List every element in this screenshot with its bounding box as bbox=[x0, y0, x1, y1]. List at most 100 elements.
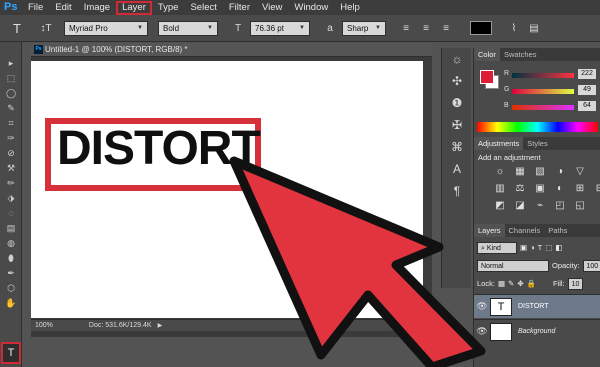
menu-help[interactable]: Help bbox=[334, 1, 366, 15]
shape-tool-icon[interactable]: ⬡ bbox=[0, 281, 22, 296]
filter-shape-icon[interactable]: ⬚ bbox=[545, 243, 552, 252]
font-size-select[interactable]: 76.36 pt ▼ bbox=[250, 20, 310, 36]
eyedropper-tool-icon[interactable]: ✑ bbox=[0, 131, 22, 146]
menu-layer[interactable]: Layer bbox=[116, 0, 152, 15]
color-lookup-icon[interactable]: ⊟ bbox=[592, 182, 600, 196]
hue-saturation-icon[interactable]: ▥ bbox=[492, 182, 508, 196]
black-white-icon[interactable]: ▣ bbox=[532, 182, 548, 196]
quick-select-tool-icon[interactable]: ✎ bbox=[0, 101, 22, 116]
green-slider-track[interactable] bbox=[512, 89, 574, 94]
info-icon[interactable]: ❶ bbox=[442, 92, 472, 114]
channel-mixer-icon[interactable]: ⊞ bbox=[572, 182, 588, 196]
green-slider[interactable]: G 49 bbox=[504, 85, 599, 98]
layer-row-background[interactable]: 👁 Background bbox=[474, 319, 600, 343]
font-style-select[interactable]: Bold ▼ bbox=[158, 20, 218, 36]
fill-field[interactable]: 10 bbox=[567, 277, 584, 290]
navigator-icon[interactable]: ✣ bbox=[442, 70, 472, 92]
tab-paths[interactable]: Paths bbox=[544, 224, 571, 237]
tool-presets-icon[interactable]: ✠ bbox=[442, 114, 472, 136]
tab-styles[interactable]: Styles bbox=[523, 137, 551, 150]
lock-transparency-icon[interactable]: ▦ bbox=[498, 279, 505, 288]
move-tool-icon[interactable]: ▸ bbox=[0, 56, 22, 71]
font-family-select[interactable]: Myriad Pro ▼ bbox=[64, 20, 148, 36]
tab-adjustments[interactable]: Adjustments bbox=[474, 137, 524, 150]
type-tool-icon[interactable]: T bbox=[1, 342, 21, 364]
lock-brush-icon[interactable]: ✎ bbox=[508, 279, 514, 288]
menu-filter[interactable]: Filter bbox=[223, 1, 256, 15]
foreground-color-swatch[interactable] bbox=[480, 70, 494, 84]
crop-tool-icon[interactable]: ⌗ bbox=[0, 116, 22, 131]
invert-icon[interactable]: ◩ bbox=[492, 199, 508, 213]
curves-icon[interactable]: ▧ bbox=[532, 165, 548, 179]
text-color-swatch[interactable] bbox=[470, 21, 492, 35]
blue-value-field[interactable]: 64 bbox=[578, 101, 596, 111]
tab-channels[interactable]: Channels bbox=[505, 224, 545, 237]
history-icon[interactable]: ☼ bbox=[442, 48, 472, 70]
text-orientation-icon[interactable]: ↕T bbox=[32, 23, 60, 34]
eye-icon[interactable]: 👁 bbox=[474, 301, 490, 312]
align-right-icon[interactable]: ≡ bbox=[438, 23, 454, 34]
layer-kind-filter[interactable]: ⌕ Kind bbox=[477, 241, 517, 254]
exposure-icon[interactable]: ◑ bbox=[552, 165, 568, 179]
layer-name[interactable]: Background bbox=[518, 328, 555, 335]
lock-all-icon[interactable]: 🔒 bbox=[527, 279, 536, 288]
tools-panel-grip[interactable] bbox=[0, 42, 21, 56]
document-tab[interactable]: Ps Untitled-1 @ 100% (DISTORT, RGB/8) * bbox=[31, 43, 432, 57]
status-arrow-icon[interactable]: ▶ bbox=[158, 322, 163, 329]
filter-smart-icon[interactable]: ◧ bbox=[555, 243, 562, 252]
menu-file[interactable]: File bbox=[22, 1, 49, 15]
type-tool-preset-icon[interactable]: T bbox=[6, 21, 28, 36]
color-spectrum-bar[interactable] bbox=[477, 122, 598, 132]
red-value-field[interactable]: 222 bbox=[578, 69, 596, 79]
pen-tool-icon[interactable]: ✒ bbox=[0, 266, 22, 281]
gradient-tool-icon[interactable]: ▤ bbox=[0, 221, 22, 236]
brush-presets-icon[interactable]: ⌘ bbox=[442, 136, 472, 158]
color-balance-icon[interactable]: ⚖ bbox=[512, 182, 528, 196]
photo-filter-icon[interactable]: ◐ bbox=[552, 182, 568, 196]
tab-layers[interactable]: Layers bbox=[474, 224, 505, 237]
layer-name[interactable]: DISTORT bbox=[518, 303, 548, 310]
brightness-icon[interactable]: ☼ bbox=[492, 165, 508, 179]
warp-text-icon[interactable]: ⌇ bbox=[506, 23, 522, 34]
align-left-icon[interactable]: ≡ bbox=[398, 23, 414, 34]
blend-mode-select[interactable]: Normal bbox=[477, 259, 549, 272]
document-scrollbar[interactable] bbox=[423, 61, 432, 318]
red-slider[interactable]: R 222 bbox=[504, 69, 599, 82]
gradient-map-icon[interactable]: ◰ bbox=[552, 199, 568, 213]
menu-select[interactable]: Select bbox=[184, 1, 222, 15]
document-canvas[interactable]: DISTORT bbox=[31, 61, 423, 318]
menu-view[interactable]: View bbox=[256, 1, 288, 15]
dodge-tool-icon[interactable]: ⬮ bbox=[0, 251, 22, 266]
align-center-icon[interactable]: ≡ bbox=[418, 23, 434, 34]
filter-pixel-icon[interactable]: ▣ bbox=[520, 243, 527, 252]
eraser-tool-icon[interactable]: ◌ bbox=[0, 206, 22, 221]
menu-window[interactable]: Window bbox=[288, 1, 334, 15]
filter-adjustment-icon[interactable]: ◑ bbox=[530, 243, 535, 252]
healing-brush-tool-icon[interactable]: ⊘ bbox=[0, 146, 22, 161]
character-panel-icon[interactable]: ▤ bbox=[526, 23, 542, 34]
blue-slider-track[interactable] bbox=[512, 105, 574, 110]
paragraph-icon[interactable]: ¶ bbox=[442, 180, 472, 202]
history-brush-tool-icon[interactable]: ⬗ bbox=[0, 191, 22, 206]
selective-color-icon[interactable]: ◱ bbox=[572, 199, 588, 213]
antialias-select[interactable]: Sharp ▼ bbox=[342, 20, 386, 36]
eye-icon[interactable]: 👁 bbox=[474, 326, 490, 337]
tab-swatches[interactable]: Swatches bbox=[500, 48, 541, 61]
menu-type[interactable]: Type bbox=[152, 1, 185, 15]
clone-stamp-tool-icon[interactable]: ✏ bbox=[0, 176, 22, 191]
red-slider-track[interactable] bbox=[512, 73, 574, 78]
layer-row-distort[interactable]: 👁 T DISTORT bbox=[474, 294, 600, 318]
hand-tool-icon[interactable]: ✋ bbox=[0, 296, 22, 311]
blue-slider[interactable]: B 64 bbox=[504, 101, 599, 114]
lasso-tool-icon[interactable]: ◯ bbox=[0, 86, 22, 101]
green-value-field[interactable]: 49 bbox=[578, 85, 596, 95]
blur-tool-icon[interactable]: ◍ bbox=[0, 236, 22, 251]
canvas-text-layer[interactable]: DISTORT bbox=[57, 121, 261, 176]
brush-tool-icon[interactable]: ⚒ bbox=[0, 161, 22, 176]
lock-move-icon[interactable]: ✥ bbox=[517, 279, 523, 288]
menu-edit[interactable]: Edit bbox=[49, 1, 77, 15]
levels-icon[interactable]: ▦ bbox=[512, 165, 528, 179]
character-icon[interactable]: A bbox=[442, 158, 472, 180]
threshold-icon[interactable]: ⌁ bbox=[532, 199, 548, 213]
vibrance-icon[interactable]: ▽ bbox=[572, 165, 588, 179]
